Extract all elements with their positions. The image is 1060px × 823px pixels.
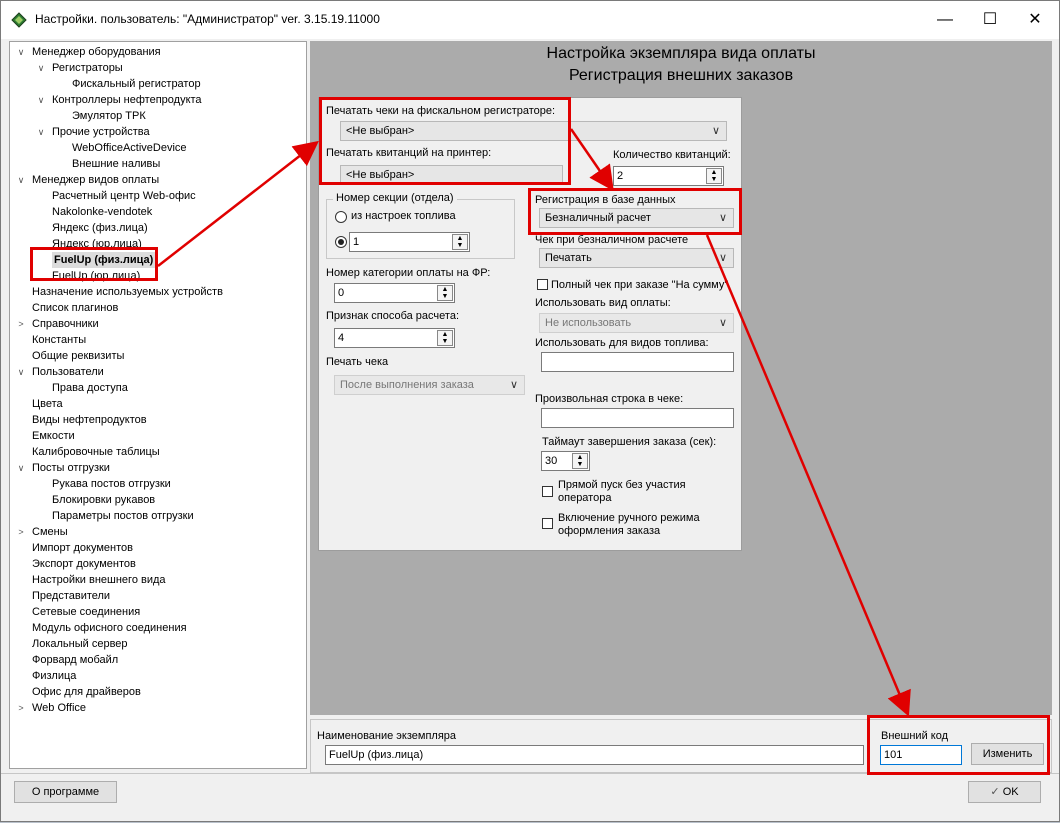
settings-window: Настройки. пользователь: "Администратор"… <box>0 0 1060 822</box>
arrow-to-db-registration <box>569 128 614 192</box>
arrow-to-printing <box>157 140 319 267</box>
annotation-arrows <box>157 128 911 717</box>
arrow-to-external-code <box>705 234 911 717</box>
